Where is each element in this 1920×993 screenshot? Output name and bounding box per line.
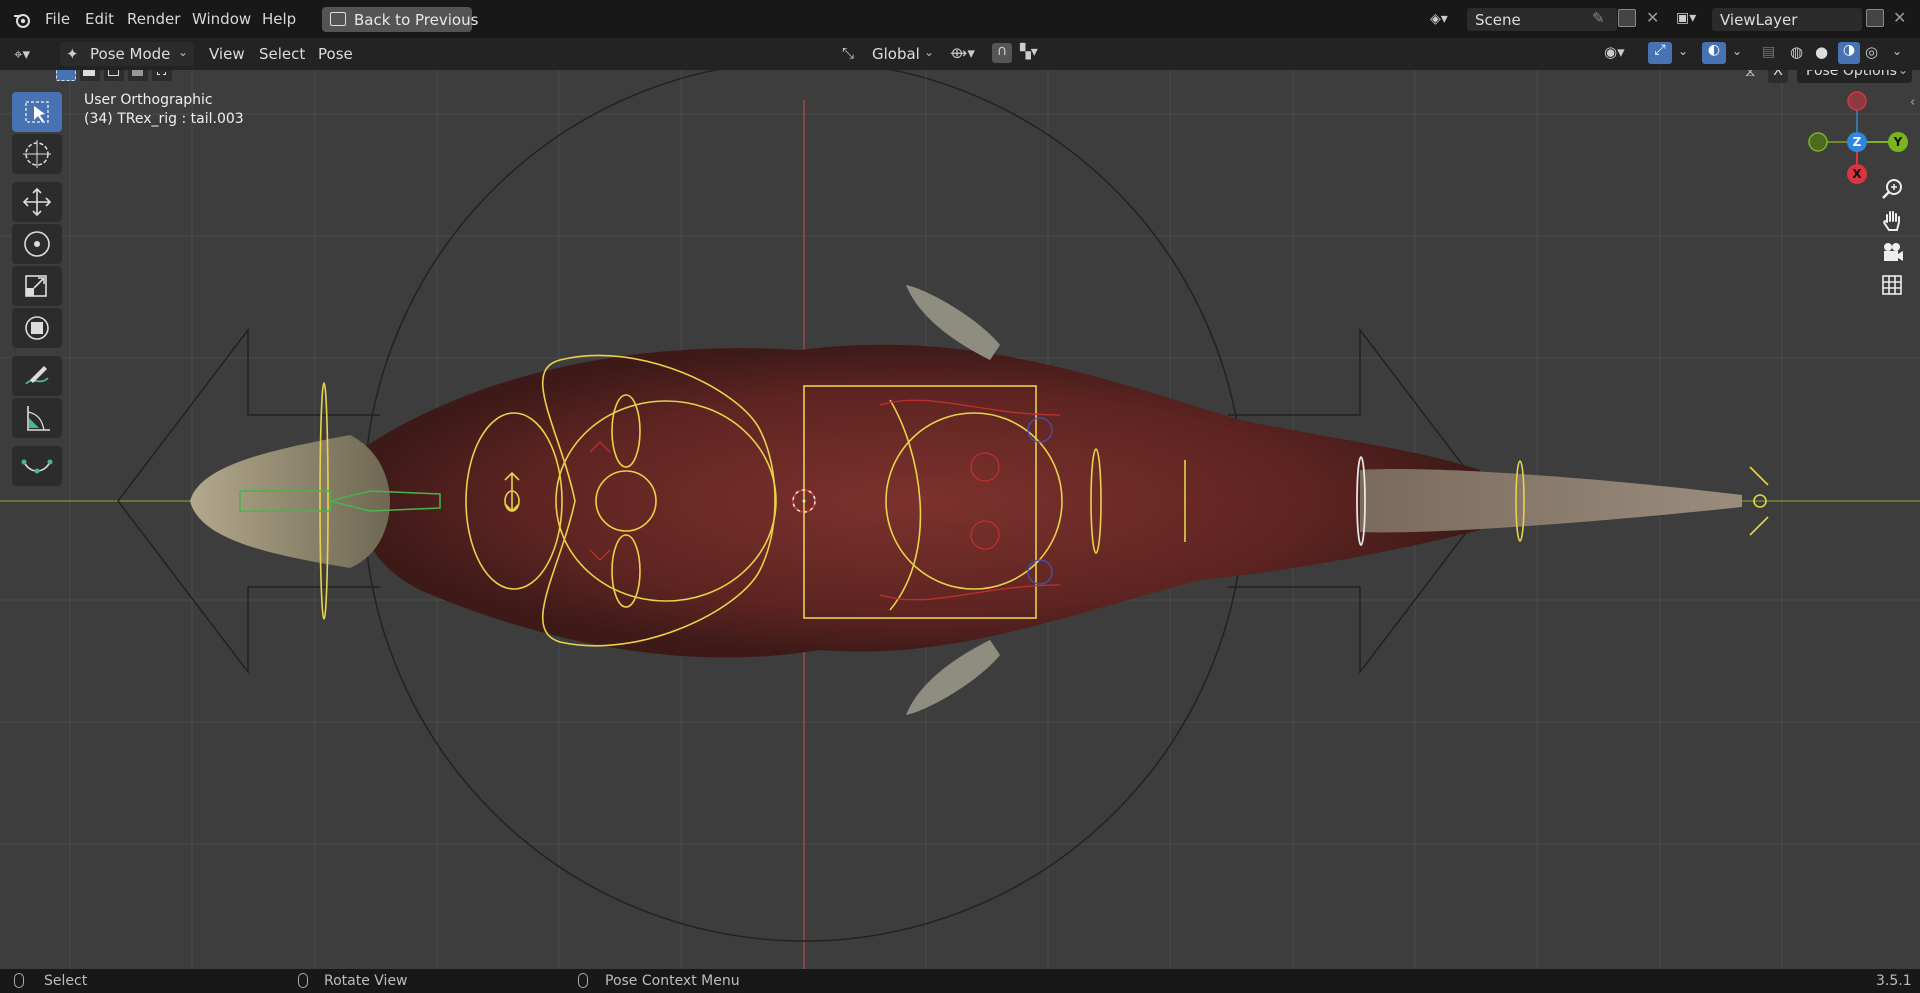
gizmo-dropdown-icon[interactable]: ⌄: [1678, 44, 1688, 58]
x-mirror-toggle[interactable]: X: [1768, 70, 1788, 83]
mouse-left-icon: [14, 973, 24, 988]
select-intersect-icon[interactable]: [152, 70, 172, 81]
snap-icon[interactable]: ∩: [992, 43, 1012, 63]
close-scene-icon[interactable]: ✕: [1646, 8, 1659, 27]
select-new-icon[interactable]: [56, 70, 76, 81]
version-label: 3.5.1: [1876, 973, 1912, 989]
mouse-middle-icon: [298, 973, 308, 988]
editor-type-icon[interactable]: ⌖▾: [14, 45, 30, 63]
snap-settings-icon[interactable]: ▚▾: [1020, 44, 1038, 60]
camera-icon[interactable]: [1877, 238, 1907, 268]
pose-mode-icon: ✦: [66, 45, 79, 63]
tool-annotate[interactable]: [12, 356, 62, 396]
viewport-header: ⌖▾ ✦ Pose Mode ⌄ View Select Pose ⤡ Glob…: [0, 38, 1920, 70]
gizmo-axis-z[interactable]: Z: [1847, 132, 1867, 152]
blender-logo-icon[interactable]: [12, 10, 32, 30]
shading-wireframe-icon[interactable]: ◍: [1790, 43, 1803, 61]
tool-measure[interactable]: [12, 398, 62, 438]
back-icon: [330, 12, 346, 26]
orientation-dropdown[interactable]: ⤡ Global ⌄: [840, 42, 938, 66]
chevron-down-icon: ⌄: [1898, 70, 1909, 77]
shading-dropdown-icon[interactable]: ⌄: [1892, 44, 1902, 58]
back-to-previous-label: Back to Previous: [354, 11, 479, 29]
back-to-previous-button[interactable]: Back to Previous: [322, 7, 478, 32]
pose-options-dropdown[interactable]: Pose Options ⌄: [1797, 70, 1912, 83]
orientation-label: Global: [872, 45, 920, 63]
select-invert-icon[interactable]: [128, 70, 148, 81]
tool-transform[interactable]: [12, 308, 62, 348]
x-mirror-label: X: [1773, 70, 1783, 79]
header-menu-select[interactable]: Select: [259, 45, 305, 63]
menu-edit[interactable]: Edit: [85, 10, 114, 28]
select-subtract-icon[interactable]: [104, 70, 124, 81]
xray-icon[interactable]: ▤: [1762, 44, 1775, 60]
zoom-icon[interactable]: [1877, 174, 1907, 204]
tool-scale[interactable]: [12, 266, 62, 306]
status-select: Select: [44, 973, 88, 989]
header-menu-view[interactable]: View: [209, 45, 245, 63]
axis-y-label: Y: [1893, 135, 1903, 149]
overlay-icon[interactable]: ◐: [1702, 42, 1726, 64]
viewport-scene: [0, 70, 1920, 969]
menu-file[interactable]: File: [45, 10, 70, 28]
select-extend-icon[interactable]: [80, 70, 100, 81]
tool-move[interactable]: [12, 182, 62, 222]
tool-cursor[interactable]: [12, 134, 62, 174]
3d-viewport[interactable]: User Orthographic (34) TRex_rig : tail.0…: [0, 70, 1920, 969]
close-view-layer-icon[interactable]: ✕: [1893, 8, 1906, 27]
pivot-icon[interactable]: ⟴▾: [950, 44, 975, 62]
gizmo-axis-x[interactable]: X: [1847, 164, 1867, 184]
view-name: User Orthographic: [84, 92, 213, 108]
mode-dropdown[interactable]: ✦ Pose Mode ⌄: [60, 42, 194, 66]
scene-icon[interactable]: ◈▾: [1430, 11, 1460, 27]
tool-select-box[interactable]: [12, 92, 62, 132]
transform-orientation-icon: ⤡: [842, 44, 855, 62]
gizmo-axis-y[interactable]: Y: [1888, 132, 1908, 152]
menu-render[interactable]: Render: [127, 10, 180, 28]
menu-help[interactable]: Help: [262, 10, 296, 28]
chevron-down-icon: ⌄: [178, 45, 189, 59]
mirror-options-icon[interactable]: ⧖: [1745, 70, 1756, 80]
shading-rendered-icon[interactable]: ◎: [1865, 43, 1878, 61]
tool-rotate[interactable]: [12, 224, 62, 264]
view-layer-field[interactable]: ViewLayer: [1712, 8, 1862, 31]
new-scene-icon[interactable]: [1618, 9, 1636, 27]
new-view-layer-icon[interactable]: [1866, 9, 1884, 27]
axis-x-label: X: [1852, 167, 1862, 181]
scene-name: Scene: [1475, 11, 1521, 29]
view-layer-icon[interactable]: ▣▾: [1676, 10, 1706, 26]
mouse-right-icon: [578, 973, 588, 988]
grid-icon[interactable]: [1877, 270, 1907, 300]
object-info: (34) TRex_rig : tail.003: [84, 111, 244, 127]
shading-solid-icon[interactable]: ●: [1815, 43, 1828, 61]
visibility-icon[interactable]: ◉▾: [1604, 43, 1625, 61]
axis-z-label: Z: [1852, 135, 1862, 149]
view-layer-name: ViewLayer: [1720, 11, 1798, 29]
pin-icon[interactable]: ✎: [1592, 9, 1605, 27]
header-menu-pose[interactable]: Pose: [318, 45, 353, 63]
pose-options-label: Pose Options: [1806, 70, 1897, 79]
tool-relax-pose[interactable]: [12, 446, 62, 486]
status-bar: Select Rotate View Pose Context Menu 3.5…: [0, 969, 1920, 993]
status-context-menu: Pose Context Menu: [605, 973, 740, 989]
chevron-down-icon: ⌄: [924, 45, 935, 59]
top-bar: File Edit Render Window Help Back to Pre…: [0, 0, 1920, 38]
overlay-dropdown-icon[interactable]: ⌄: [1732, 44, 1742, 58]
gizmo-icon[interactable]: ⤢: [1648, 42, 1672, 64]
menu-window[interactable]: Window: [192, 10, 251, 28]
mode-label: Pose Mode: [90, 45, 171, 63]
shading-material-icon[interactable]: ◑: [1838, 42, 1860, 64]
status-rotate-view: Rotate View: [324, 973, 408, 989]
hand-icon[interactable]: [1877, 206, 1907, 236]
